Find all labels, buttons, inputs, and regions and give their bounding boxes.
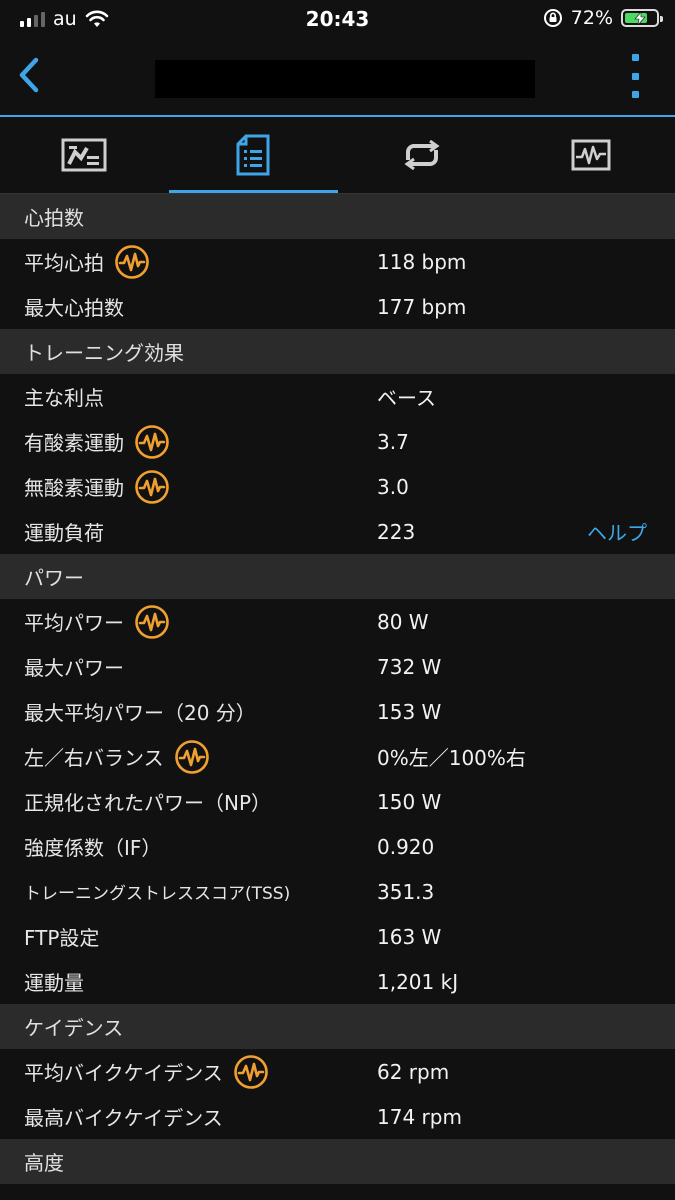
stat-label: トレーニングストレススコア(TSS) bbox=[24, 884, 291, 904]
stat-value: 62 rpm bbox=[377, 1059, 450, 1084]
stat-value: 351.3 bbox=[377, 879, 435, 904]
stat-value: 150 W bbox=[377, 789, 442, 814]
stat-value: 3.7 bbox=[377, 429, 409, 454]
stat-value: 223 bbox=[377, 519, 416, 544]
stat-row-max-cadence: 最高バイクケイデンス 174 rpm bbox=[0, 1094, 675, 1139]
stat-label: 主な利点 bbox=[24, 386, 104, 410]
stat-label: 正規化されたパワー（NP） bbox=[24, 791, 272, 815]
stat-row-avg-hr[interactable]: 平均心拍 118 bpm bbox=[0, 239, 675, 284]
insight-wave-icon[interactable] bbox=[174, 739, 210, 775]
stat-row-max-hr: 最大心拍数 177 bpm bbox=[0, 284, 675, 329]
chart-icon bbox=[571, 139, 611, 171]
stat-label: 平均パワー bbox=[24, 611, 124, 635]
stat-value: 174 rpm bbox=[377, 1104, 462, 1129]
back-button[interactable] bbox=[10, 50, 50, 100]
stat-value: 80 W bbox=[377, 609, 429, 634]
stat-row-ftp: FTP設定 163 W bbox=[0, 914, 675, 959]
status-right: 72% bbox=[543, 7, 663, 29]
battery-percent: 72% bbox=[570, 7, 613, 29]
stat-label: 運動量 bbox=[24, 971, 84, 995]
insight-wave-icon[interactable] bbox=[134, 469, 170, 505]
tab-bar bbox=[0, 117, 675, 193]
insight-wave-icon[interactable] bbox=[134, 604, 170, 640]
stat-row-primary-benefit: 主な利点 ベース bbox=[0, 374, 675, 419]
status-bar: au 20:43 72% bbox=[0, 0, 675, 40]
stat-label: 有酸素運動 bbox=[24, 431, 124, 455]
tab-laps[interactable] bbox=[338, 117, 507, 193]
more-menu-button[interactable] bbox=[625, 54, 645, 98]
stat-row-anaerobic[interactable]: 無酸素運動 3.0 bbox=[0, 464, 675, 509]
section-elevation: 高度 bbox=[0, 1139, 675, 1184]
stat-row-training-load: 運動負荷 223 ヘルプ bbox=[0, 509, 675, 554]
stat-value: 0%左／100%右 bbox=[377, 746, 526, 770]
stat-label: 運動負荷 bbox=[24, 521, 104, 545]
rotation-lock-icon bbox=[543, 9, 562, 27]
insight-wave-icon[interactable] bbox=[233, 1054, 269, 1090]
overview-map-icon bbox=[61, 138, 107, 172]
stat-label: 左／右バランス bbox=[24, 746, 164, 770]
section-training-effect: トレーニング効果 bbox=[0, 329, 675, 374]
stat-value: 3.0 bbox=[377, 474, 409, 499]
stat-label: 最大平均パワー（20 分） bbox=[24, 701, 256, 725]
stat-row-intensity-factor: 強度係数（IF） 0.920 bbox=[0, 824, 675, 869]
stats-list-icon bbox=[236, 134, 270, 176]
stat-value: 732 W bbox=[377, 654, 442, 679]
stat-label: 平均バイクケイデンス bbox=[24, 1061, 223, 1085]
tab-charts[interactable] bbox=[506, 117, 675, 193]
battery-icon bbox=[621, 9, 663, 27]
stat-label: 最大心拍数 bbox=[24, 296, 124, 320]
stat-row-avg-power[interactable]: 平均パワー 80 W bbox=[0, 599, 675, 644]
stat-row-tss: トレーニングストレススコア(TSS) 351.3 bbox=[0, 869, 675, 914]
insight-wave-icon[interactable] bbox=[114, 244, 150, 280]
laps-icon bbox=[404, 140, 440, 170]
stat-row-lr-balance[interactable]: 左／右バランス 0%左／100%右 bbox=[0, 734, 675, 779]
stat-row-aerobic[interactable]: 有酸素運動 3.7 bbox=[0, 419, 675, 464]
stat-label: 最高バイクケイデンス bbox=[24, 1106, 223, 1130]
help-link[interactable]: ヘルプ bbox=[587, 517, 647, 546]
stat-row-max-power: 最大パワー 732 W bbox=[0, 644, 675, 689]
stat-label: FTP設定 bbox=[24, 926, 100, 950]
stat-value: 177 bpm bbox=[377, 294, 467, 319]
redacted-title bbox=[155, 60, 535, 98]
stat-label: 強度係数（IF） bbox=[24, 836, 162, 860]
stat-row-avg-cadence[interactable]: 平均バイクケイデンス 62 rpm bbox=[0, 1049, 675, 1094]
stat-value: ベース bbox=[377, 386, 436, 410]
stat-value: 1,201 kJ bbox=[377, 969, 459, 994]
insight-wave-icon[interactable] bbox=[134, 424, 170, 460]
chevron-left-icon bbox=[19, 57, 39, 93]
stat-value: 118 bpm bbox=[377, 249, 467, 274]
stat-value: 0.920 bbox=[377, 834, 435, 859]
section-cadence: ケイデンス bbox=[0, 1004, 675, 1049]
stat-label: 最大パワー bbox=[24, 656, 124, 680]
nav-bar bbox=[0, 40, 675, 116]
section-heart-rate: 心拍数 bbox=[0, 194, 675, 239]
stat-label: 平均心拍 bbox=[24, 251, 104, 275]
stat-row-normalized-power: 正規化されたパワー（NP） 150 W bbox=[0, 779, 675, 824]
stat-label: 無酸素運動 bbox=[24, 476, 124, 500]
tab-overview[interactable] bbox=[0, 117, 169, 193]
stat-value: 163 W bbox=[377, 924, 442, 949]
stat-row-max-20min-power: 最大平均パワー（20 分） 153 W bbox=[0, 689, 675, 734]
tab-stats[interactable] bbox=[168, 117, 338, 193]
section-power: パワー bbox=[0, 554, 675, 599]
stats-list: 心拍数 平均心拍 118 bpm 最大心拍数 177 bpm トレーニング効果 … bbox=[0, 194, 675, 1184]
stat-row-work: 運動量 1,201 kJ bbox=[0, 959, 675, 1004]
stat-value: 153 W bbox=[377, 699, 442, 724]
